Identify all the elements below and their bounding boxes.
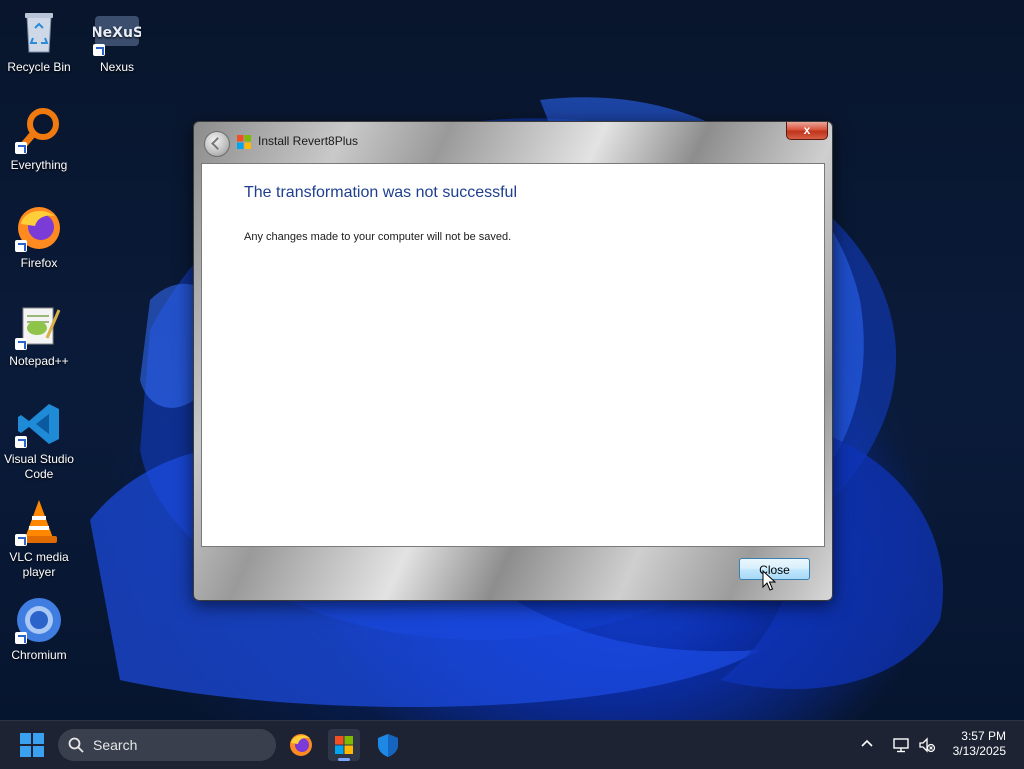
chevron-up-icon[interactable]	[860, 737, 874, 751]
shortcut-arrow-icon	[15, 632, 27, 644]
desktop-icon-firefox[interactable]: Firefox	[0, 204, 78, 271]
taskbar-installer[interactable]	[328, 729, 360, 761]
desktop-icon-label: Nexus	[99, 60, 134, 74]
shortcut-arrow-icon	[93, 44, 105, 56]
shortcut-arrow-icon	[15, 436, 27, 448]
installer-icon	[335, 736, 353, 754]
clock-date: 3/13/2025	[952, 744, 1006, 758]
mouse-cursor-icon	[762, 570, 776, 591]
back-button[interactable]	[204, 131, 230, 157]
result-heading: The transformation was not successful	[244, 184, 518, 201]
nexus-logo-text: NeXuS	[93, 25, 141, 41]
shortcut-arrow-icon	[15, 338, 27, 350]
everything-search-icon	[15, 106, 63, 154]
recycle-bin-icon	[15, 8, 63, 56]
chromium-icon	[15, 596, 63, 644]
active-indicator	[338, 758, 350, 761]
vscode-icon	[15, 400, 63, 448]
system-clock[interactable]: 3:57 PM 3/13/2025	[953, 729, 1006, 759]
desktop-icon-label: Firefox	[20, 256, 58, 270]
notepadpp-icon	[15, 302, 63, 350]
firefox-icon	[15, 204, 63, 252]
desktop-icon-label: VLC media player	[9, 550, 69, 579]
desktop-icon-label: Visual Studio Code	[4, 452, 74, 481]
search-icon	[68, 737, 84, 753]
volume-muted-icon[interactable]	[918, 736, 936, 754]
taskbar-search[interactable]: Search	[58, 729, 276, 761]
result-message: Any changes made to your computer will n…	[244, 231, 512, 243]
desktop-icon-recycle-bin[interactable]: Recycle Bin	[0, 8, 78, 75]
shortcut-arrow-icon	[15, 142, 27, 154]
dialog-title-bar[interactable]: Install Revert8Plus x	[194, 122, 832, 160]
desktop-icon-vlc[interactable]: VLC media player	[0, 498, 78, 580]
dialog-title: Install Revert8Plus	[258, 134, 359, 148]
desktop-icon-notepadpp[interactable]: Notepad++	[0, 302, 78, 369]
windows-start-icon[interactable]	[20, 733, 44, 757]
desktop-icon-nexus[interactable]: NeXuS Nexus	[78, 8, 156, 75]
network-icon[interactable]	[892, 736, 910, 754]
clock-time: 3:57 PM	[961, 729, 1006, 743]
shield-icon	[378, 734, 398, 757]
vlc-icon	[15, 498, 63, 546]
taskbar: Search 3:57 PM 3/13/2025	[0, 720, 1024, 769]
installer-icon	[237, 135, 251, 149]
window-close-button[interactable]: x	[786, 122, 828, 140]
desktop-icon-label: Chromium	[11, 648, 67, 662]
close-icon: x	[803, 123, 811, 137]
shortcut-arrow-icon	[15, 240, 27, 252]
desktop-icon-label: Everything	[10, 158, 68, 172]
desktop-icon-label: Notepad++	[9, 354, 69, 368]
taskbar-firefox[interactable]	[285, 729, 317, 761]
desktop-icon-label: Recycle Bin	[7, 60, 71, 74]
desktop-icon-chromium[interactable]: Chromium	[0, 596, 78, 663]
dialog-content: The transformation was not successful An…	[201, 163, 825, 547]
firefox-icon	[290, 734, 312, 756]
nexus-icon: NeXuS	[91, 8, 143, 56]
taskbar-security[interactable]	[372, 729, 404, 761]
desktop-icon-everything[interactable]: Everything	[0, 106, 78, 173]
search-placeholder: Search	[93, 737, 138, 753]
desktop-icon-vscode[interactable]: Visual Studio Code	[0, 400, 78, 482]
installer-dialog: Install Revert8Plus x The transformation…	[193, 121, 833, 601]
shortcut-arrow-icon	[15, 534, 27, 546]
